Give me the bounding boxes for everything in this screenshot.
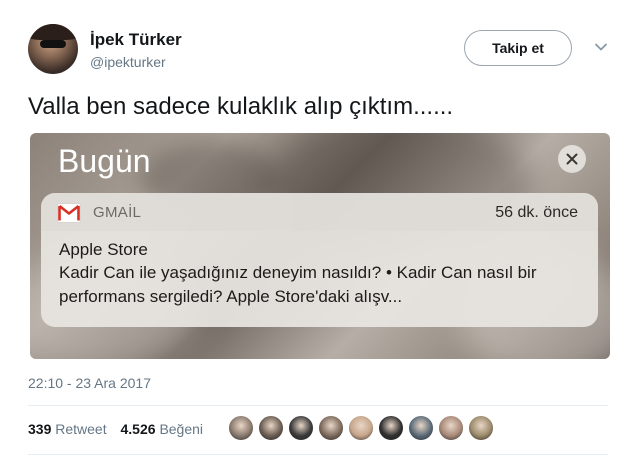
likes-label: Beğeni xyxy=(159,421,204,437)
avatar-hair xyxy=(28,24,78,40)
user-info[interactable]: İpek Türker @ipekturker xyxy=(90,30,182,72)
tweet-timestamp[interactable]: 22:10 - 23 Ara 2017 xyxy=(28,374,151,392)
chevron-down-icon[interactable] xyxy=(594,40,608,54)
likes-count: 4.526 xyxy=(120,421,156,437)
tweet-card: İpek Türker @ipekturker Takip et Valla b… xyxy=(0,0,640,461)
notification-card: GMAİL 56 dk. önce Apple Store Kadir Can … xyxy=(41,193,598,327)
liker-avatar[interactable] xyxy=(228,415,254,441)
liker-avatar[interactable] xyxy=(318,415,344,441)
tweet-header: İpek Türker @ipekturker Takip et xyxy=(28,24,618,76)
avatar[interactable] xyxy=(28,24,78,74)
close-x-icon xyxy=(566,153,578,165)
divider xyxy=(28,405,608,406)
display-name[interactable]: İpek Türker xyxy=(90,30,182,50)
divider xyxy=(28,454,608,455)
notification-time: 56 dk. önce xyxy=(495,204,578,221)
likers-avatars xyxy=(228,415,498,443)
notification-body: Kadir Can ile yaşadığınız deneyim nasıld… xyxy=(59,263,537,306)
tweet-text: Valla ben sadece kulaklık alıp çıktım...… xyxy=(28,93,454,120)
liker-avatar[interactable] xyxy=(438,415,464,441)
liker-avatar[interactable] xyxy=(288,415,314,441)
follow-button[interactable]: Takip et xyxy=(464,30,572,66)
today-header: Bugün xyxy=(58,143,151,179)
liker-avatar[interactable] xyxy=(408,415,434,441)
username[interactable]: @ipekturker xyxy=(90,52,182,72)
retweets-count: 339 xyxy=(28,421,52,437)
close-icon xyxy=(558,145,586,173)
notification-title: Apple Store xyxy=(59,240,148,259)
likes-stat[interactable]: 4.526 Beğeni xyxy=(121,421,214,437)
retweets-label: Retweet xyxy=(55,421,107,437)
tweet-media-image[interactable]: Bugün GMAİL 56 dk. önce Apple Store Kadi… xyxy=(30,133,610,359)
avatar-glasses xyxy=(40,40,66,48)
retweets-stat[interactable]: 339 Retweet xyxy=(28,421,121,437)
notification-app-name: GMAİL xyxy=(93,204,142,221)
liker-avatar[interactable] xyxy=(468,415,494,441)
liker-avatar[interactable] xyxy=(258,415,284,441)
gmail-icon xyxy=(57,203,81,223)
tweet-stats: 339 Retweet 4.526 Beğeni xyxy=(28,420,213,438)
liker-avatar[interactable] xyxy=(348,415,374,441)
liker-avatar[interactable] xyxy=(378,415,404,441)
